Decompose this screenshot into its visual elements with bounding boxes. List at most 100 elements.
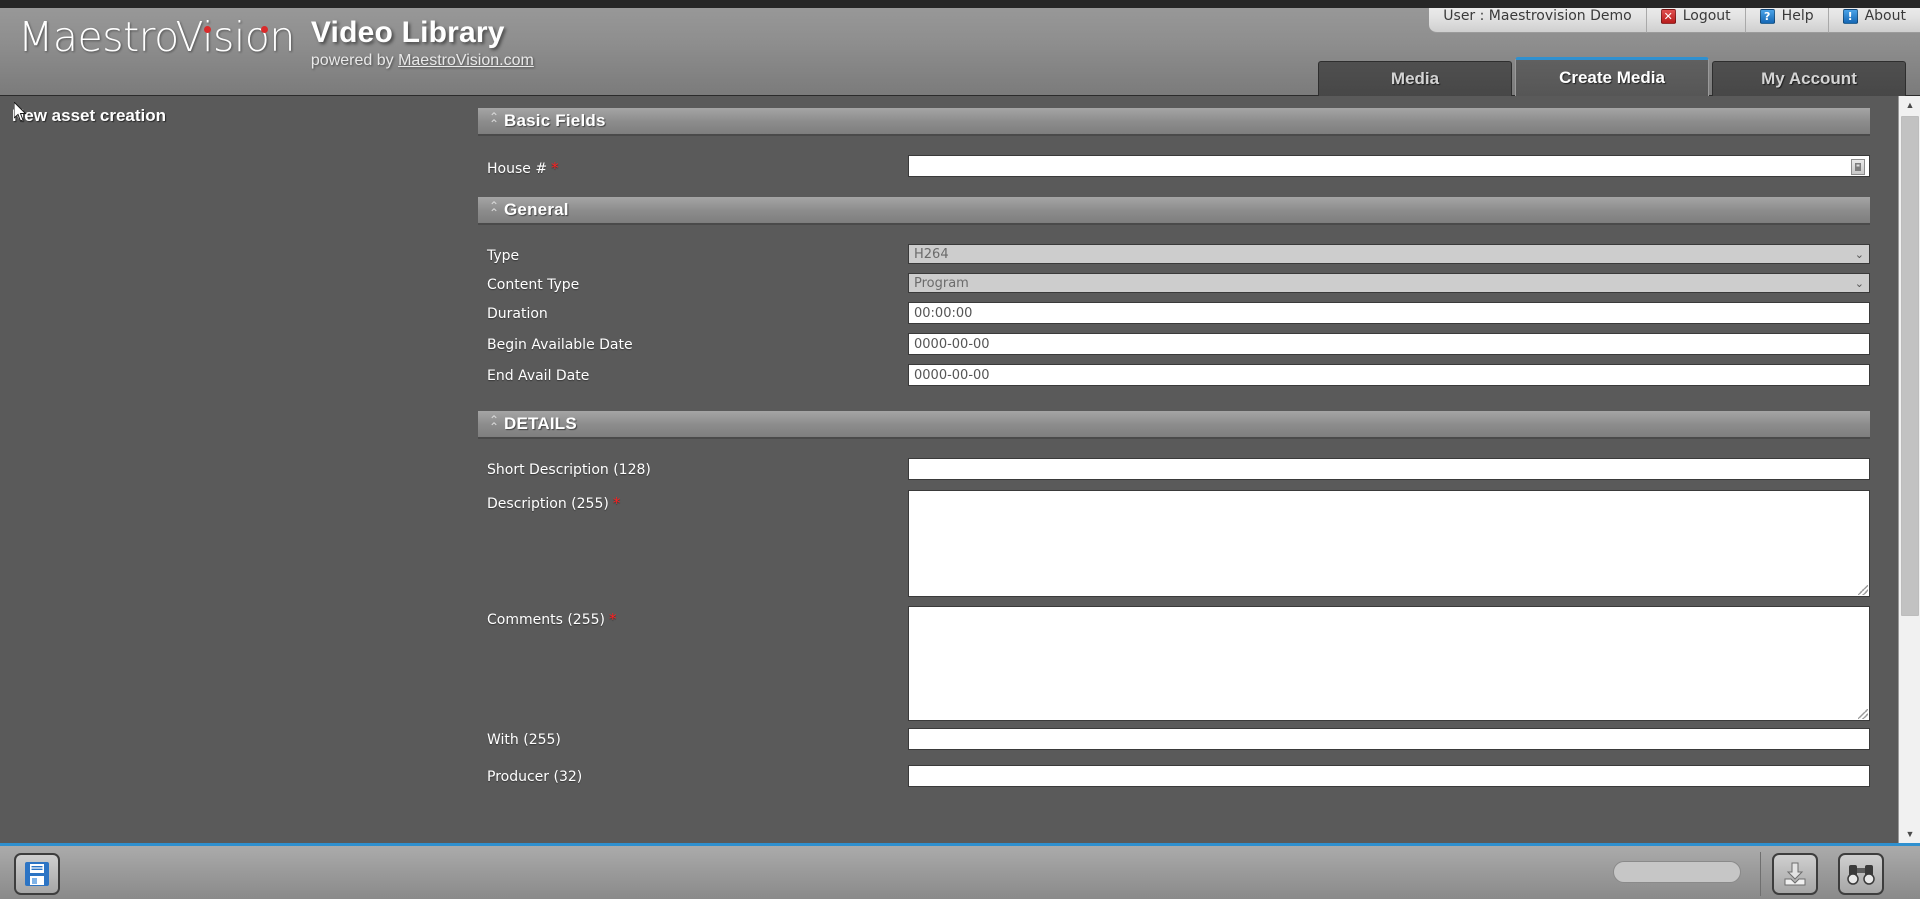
mouse-pointer-icon [14, 102, 27, 122]
section-title-general: General [504, 200, 569, 219]
input-duration[interactable]: 00:00:00 [908, 302, 1870, 324]
input-short-description[interactable] [908, 458, 1870, 480]
app-title: Video Library [310, 16, 505, 49]
form-row-with: With (255) [478, 726, 1898, 753]
label-content-type: Content Type [487, 277, 580, 293]
main-tabs: Media Create Media My Account [1318, 56, 1906, 96]
form-row-type: Type H264 ⌄ [478, 242, 1898, 269]
import-button[interactable] [1772, 853, 1818, 895]
save-button[interactable] [14, 853, 60, 895]
resize-grip-icon[interactable] [1858, 709, 1868, 719]
label-text: Description (255) [487, 496, 609, 512]
progress-bar [1613, 861, 1741, 883]
form-row-description: Description (255) * [478, 488, 1898, 597]
powered-by-prefix: powered by [310, 52, 399, 69]
form-row-comments: Comments (255) * [478, 604, 1898, 721]
input-house-number[interactable] [908, 155, 1870, 177]
label-description: Description (255) * [478, 488, 908, 512]
browse-button[interactable] [1838, 853, 1884, 895]
select-value-content-type: Program [914, 275, 969, 291]
powered-by-link[interactable]: MaestroVision.com [398, 52, 534, 69]
binoculars-icon [1847, 865, 1875, 885]
app-header: MaestroVision Video Library powered by M… [0, 0, 1920, 96]
scroll-up-button[interactable]: ▲ [1899, 96, 1920, 114]
form-row-short-description: Short Description (128) [478, 456, 1898, 483]
select-value-type: H264 [914, 246, 949, 262]
form-row-duration: Duration 00:00:00 [478, 300, 1898, 327]
input-end-avail-date[interactable]: 0000-00-00 [908, 364, 1870, 386]
toolbar-separator [1760, 852, 1761, 896]
vertical-scrollbar[interactable]: ▲ ▼ [1898, 96, 1920, 843]
tab-media[interactable]: Media [1318, 61, 1512, 96]
left-panel: New asset creation [0, 96, 478, 843]
chevron-double-up-icon: ⌃ ⌃ [488, 110, 500, 131]
chevron-down-icon: ⌄ [1854, 276, 1864, 290]
exclamation-mark-icon: ! [1842, 8, 1858, 24]
floppy-disk-save-icon [25, 862, 49, 886]
form-row-producer: Producer (32) [478, 763, 1898, 790]
required-asterisk: * [608, 610, 617, 628]
required-asterisk: * [551, 159, 559, 177]
chevron-double-up-icon: ⌃ ⌃ [488, 413, 500, 434]
logo-text: MaestroVision [18, 13, 295, 61]
label-text: Comments (255) [487, 612, 605, 628]
page-title: New asset creation [12, 106, 167, 125]
logo-dot-icon [204, 26, 211, 33]
input-value-duration: 00:00:00 [914, 305, 973, 321]
form-column: ⌃ ⌃ Basic Fields House # * ⌃ ⌃ General T… [478, 96, 1898, 843]
select-type[interactable]: H264 ⌄ [908, 244, 1870, 264]
label-begin-available-date: Begin Available Date [487, 337, 633, 353]
form-row-house-number: House # * [478, 153, 1898, 180]
scrollbar-thumb[interactable] [1901, 116, 1919, 616]
section-header-basic-fields[interactable]: ⌃ ⌃ Basic Fields [478, 108, 1870, 136]
form-row-end-avail-date: End Avail Date 0000-00-00 [478, 362, 1898, 389]
form-row-content-type: Content Type Program ⌄ [478, 271, 1898, 298]
brand-logo: MaestroVision Video Library powered by M… [18, 14, 534, 71]
textarea-comments[interactable] [908, 606, 1870, 721]
section-header-general[interactable]: ⌃ ⌃ General [478, 197, 1870, 225]
input-with[interactable] [908, 728, 1870, 750]
question-mark-icon: ? [1759, 8, 1775, 24]
bottom-toolbar [0, 843, 1920, 899]
about-label: About [1864, 8, 1906, 24]
picker-icon[interactable] [1851, 159, 1865, 175]
section-title-basic-fields: Basic Fields [504, 111, 606, 130]
tab-create-media[interactable]: Create Media [1515, 57, 1709, 96]
label-short-description: Short Description (128) [487, 462, 651, 478]
logout-label: Logout [1682, 8, 1731, 24]
chevron-double-up-icon: ⌃ ⌃ [488, 199, 500, 220]
chevron-down-icon: ⌄ [1854, 247, 1864, 261]
label-house-number: House # * [478, 153, 908, 177]
input-begin-available-date[interactable]: 0000-00-00 [908, 333, 1870, 355]
section-header-details[interactable]: ⌃ ⌃ DETAILS [478, 411, 1870, 439]
help-label: Help [1781, 8, 1814, 24]
page-body: New asset creation ⌃ ⌃ Basic Fields House… [0, 96, 1920, 843]
section-title-details: DETAILS [504, 414, 577, 433]
label-comments: Comments (255) * [478, 604, 908, 628]
textarea-description[interactable] [908, 490, 1870, 597]
label-with: With (255) [487, 732, 561, 748]
label-duration: Duration [487, 306, 548, 322]
current-user-text: User : Maestrovision Demo [1443, 8, 1632, 24]
section-rows-details: Short Description (128) Description (255… [478, 439, 1898, 790]
scroll-down-button[interactable]: ▼ [1899, 825, 1920, 843]
section-rows-general: Type H264 ⌄ Content Type Program ⌄ Durat… [478, 225, 1898, 389]
section-rows-basic-fields: House # * [478, 136, 1898, 180]
powered-by-line: powered by MaestroVision.com [311, 51, 534, 71]
input-value-begin-available-date: 0000-00-00 [914, 336, 990, 352]
logo-dot-icon [261, 26, 268, 33]
close-x-icon: ✕ [1660, 8, 1676, 24]
logo-wordmark: MaestroVision [18, 14, 295, 60]
resize-grip-icon[interactable] [1858, 585, 1868, 595]
label-text: House # [487, 161, 548, 177]
tab-my-account[interactable]: My Account [1712, 61, 1906, 96]
form-row-begin-available-date: Begin Available Date 0000-00-00 [478, 331, 1898, 358]
required-asterisk: * [612, 494, 621, 512]
select-content-type[interactable]: Program ⌄ [908, 273, 1870, 293]
label-producer: Producer (32) [487, 769, 583, 785]
input-value-end-avail-date: 0000-00-00 [914, 367, 990, 383]
label-end-avail-date: End Avail Date [487, 368, 590, 384]
header-top-strip [0, 0, 1920, 8]
input-producer[interactable] [908, 765, 1870, 787]
label-type: Type [487, 248, 520, 264]
